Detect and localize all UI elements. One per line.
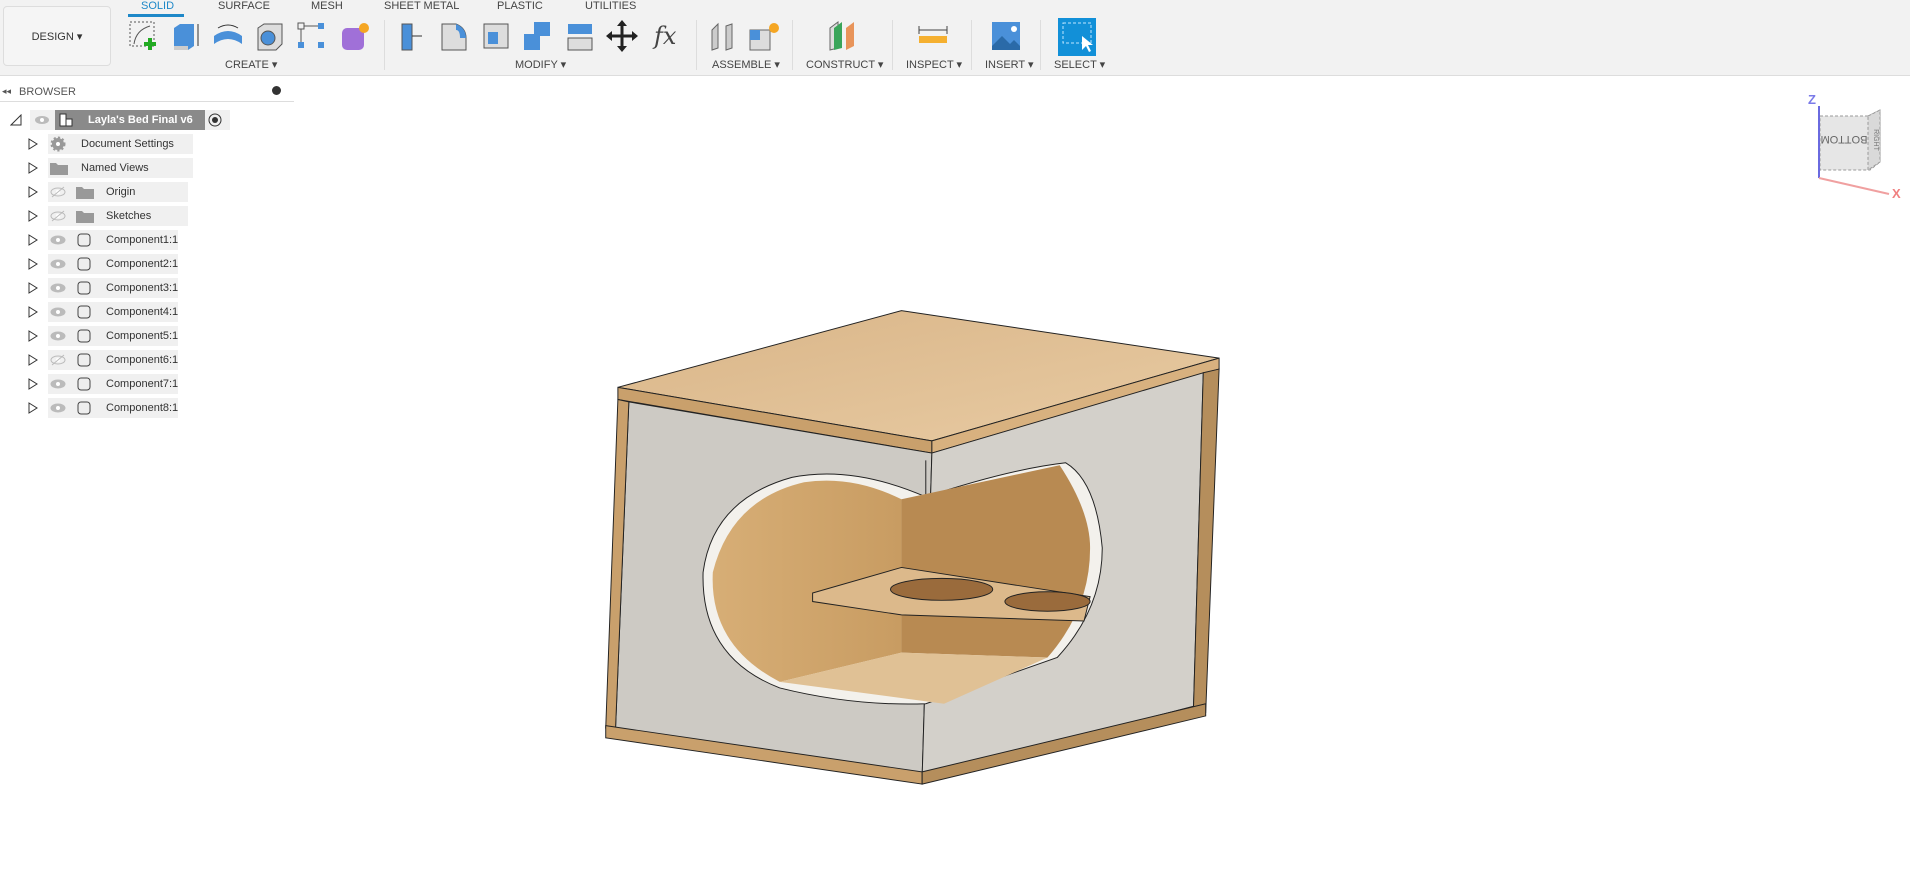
- divider: [971, 20, 972, 70]
- select-menu[interactable]: SELECT ▾: [1054, 58, 1105, 71]
- insert-menu[interactable]: INSERT ▾: [985, 58, 1034, 71]
- shell-icon[interactable]: [480, 20, 512, 52]
- shelf-port-hole: [890, 577, 994, 601]
- tab-mesh[interactable]: MESH: [311, 0, 343, 12]
- subwoofer-box-model: [605, 310, 1220, 785]
- shelf-port-hole: [1004, 591, 1091, 612]
- tab-sheet-metal[interactable]: SHEET METAL: [384, 0, 459, 12]
- modify-menu[interactable]: MODIFY ▾: [515, 58, 566, 71]
- construct-menu[interactable]: CONSTRUCT ▾: [806, 58, 883, 71]
- toolbar: DESIGN ▾ SOLID SURFACE MESH SHEET METAL …: [0, 0, 1910, 76]
- divider: [892, 20, 893, 70]
- insert-image-icon[interactable]: [990, 20, 1022, 52]
- assemble-menu[interactable]: ASSEMBLE ▾: [712, 58, 780, 71]
- select-icon[interactable]: [1058, 18, 1096, 56]
- divider: [384, 20, 385, 70]
- model-viewport[interactable]: [0, 77, 1910, 879]
- split-face-icon[interactable]: [564, 20, 596, 52]
- measure-icon[interactable]: [917, 20, 949, 52]
- inspect-menu[interactable]: INSPECT ▾: [906, 58, 962, 71]
- parameters-icon[interactable]: fx: [652, 20, 684, 52]
- new-component-icon[interactable]: [748, 20, 780, 52]
- active-tab-indicator: [128, 14, 184, 17]
- svg-text:fx: fx: [652, 22, 677, 50]
- inner-back-right: [901, 465, 1091, 658]
- combine-icon[interactable]: [522, 20, 554, 52]
- joint-icon[interactable]: [708, 20, 740, 52]
- fillet-icon[interactable]: [438, 20, 470, 52]
- create-menu[interactable]: CREATE ▾: [225, 58, 277, 71]
- tab-solid[interactable]: SOLID: [141, 0, 174, 12]
- pattern-icon[interactable]: [296, 20, 328, 52]
- tab-surface[interactable]: SURFACE: [218, 0, 270, 12]
- extrude-icon[interactable]: [170, 20, 202, 52]
- create-form-icon[interactable]: [338, 20, 370, 52]
- revolve-icon[interactable]: [212, 20, 244, 52]
- offset-plane-icon[interactable]: [826, 20, 858, 52]
- tab-utilities[interactable]: UTILITIES: [585, 0, 636, 12]
- move-icon[interactable]: [606, 20, 638, 52]
- create-sketch-icon[interactable]: [128, 20, 160, 52]
- tab-plastic[interactable]: PLASTIC: [497, 0, 543, 12]
- divider: [696, 20, 697, 70]
- hole-icon[interactable]: [254, 20, 286, 52]
- workspace-dropdown[interactable]: DESIGN ▾: [3, 6, 111, 66]
- press-pull-icon[interactable]: [396, 20, 428, 52]
- divider: [1040, 20, 1041, 70]
- divider: [792, 20, 793, 70]
